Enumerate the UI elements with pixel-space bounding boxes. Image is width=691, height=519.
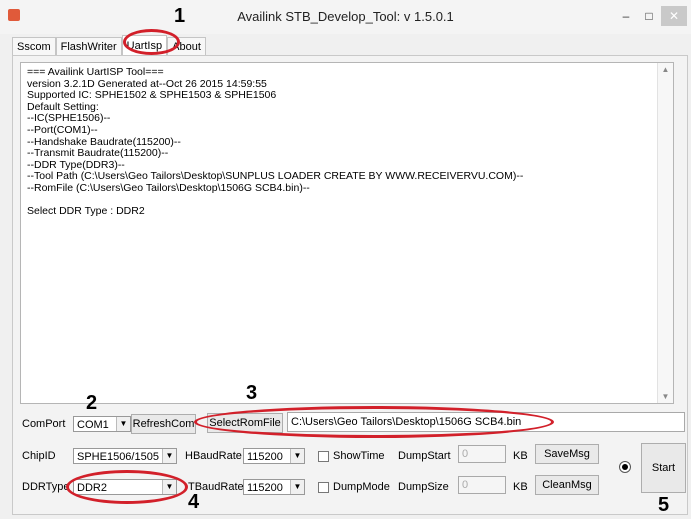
annotation-number-3: 3 — [246, 382, 258, 404]
dumpmode-checkbox[interactable] — [318, 482, 329, 493]
dumpsize-unit: KB — [513, 481, 528, 493]
comport-select[interactable]: COM1 ▼ — [73, 416, 131, 432]
chipid-label: ChipID — [22, 450, 56, 462]
scroll-up-icon[interactable]: ▲ — [658, 65, 673, 74]
log-text: === Availink UartISP Tool=== version 3.2… — [27, 66, 524, 218]
chipid-select[interactable]: SPHE1506/1505 ▼ — [73, 448, 177, 464]
minimize-button[interactable]: – — [614, 6, 638, 26]
annotation-number-2: 2 — [86, 392, 98, 414]
annotation-number-5: 5 — [658, 494, 670, 516]
start-button[interactable]: Start — [641, 443, 686, 493]
comport-label: ComPort — [22, 418, 66, 430]
dumpstart-unit: KB — [513, 450, 528, 462]
refresh-com-button[interactable]: RefreshCom — [131, 414, 196, 434]
annotation-number-1: 1 — [174, 5, 186, 27]
chevron-down-icon: ▼ — [116, 417, 130, 431]
select-rom-file-button[interactable]: SelectRomFile — [207, 413, 283, 433]
tab-about[interactable]: About — [167, 37, 206, 56]
dumpstart-field[interactable]: 0 — [458, 445, 506, 463]
message-log[interactable]: === Availink UartISP Tool=== version 3.2… — [20, 62, 674, 404]
window-title: Availink STB_Develop_Tool: v 1.5.0.1 — [237, 9, 454, 24]
annotation-number-4: 4 — [188, 491, 200, 513]
close-button[interactable]: ✕ — [661, 6, 687, 26]
ddrtype-select[interactable]: DDR2 ▼ — [73, 479, 177, 495]
comport-value: COM1 — [77, 419, 109, 431]
chevron-down-icon: ▼ — [290, 449, 304, 463]
hbaudrate-label: HBaudRate — [185, 450, 242, 462]
clean-msg-button[interactable]: CleanMsg — [535, 475, 599, 495]
rom-path-field[interactable]: C:\Users\Geo Tailors\Desktop\1506G SCB4.… — [287, 412, 685, 432]
hbaudrate-select[interactable]: 115200 ▼ — [243, 448, 305, 464]
tbaudrate-select[interactable]: 115200 ▼ — [243, 479, 305, 495]
ddrtype-value: DDR2 — [77, 482, 107, 494]
dumpsize-label: DumpSize — [398, 481, 449, 493]
tab-flashwriter[interactable]: FlashWriter — [55, 37, 122, 56]
chevron-down-icon: ▼ — [290, 480, 304, 494]
dumpstart-label: DumpStart — [398, 450, 451, 462]
chevron-down-icon: ▼ — [162, 480, 176, 494]
save-msg-button[interactable]: SaveMsg — [535, 444, 599, 464]
tab-strip: Sscom FlashWriter UartIsp About — [12, 35, 206, 56]
scroll-down-icon[interactable]: ▼ — [658, 392, 673, 401]
status-radio-icon[interactable] — [619, 461, 631, 473]
chevron-down-icon: ▼ — [162, 449, 176, 463]
log-scrollbar[interactable]: ▲ ▼ — [657, 63, 673, 403]
chipid-value: SPHE1506/1505 — [77, 451, 159, 463]
showtime-label: ShowTime — [333, 450, 385, 462]
ddrtype-label: DDRType — [22, 481, 70, 493]
hbaudrate-value: 115200 — [247, 451, 283, 463]
showtime-checkbox[interactable] — [318, 451, 329, 462]
dumpsize-field[interactable]: 0 — [458, 476, 506, 494]
tab-sscom[interactable]: Sscom — [12, 37, 56, 56]
maximize-button[interactable]: □ — [638, 6, 660, 26]
tbaudrate-value: 115200 — [247, 482, 283, 494]
dumpmode-label: DumpMode — [333, 481, 390, 493]
tab-uartisp[interactable]: UartIsp — [121, 35, 168, 56]
